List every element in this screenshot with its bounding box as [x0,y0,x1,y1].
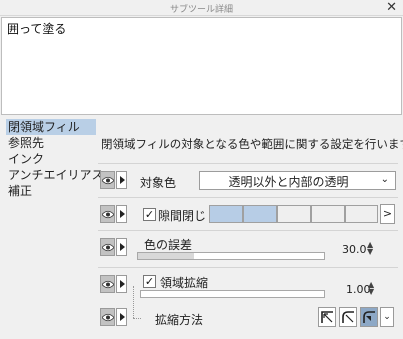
category-list: 閉領域フィル 参照先 インク アンチエイリアス 補正 [6,119,104,199]
color-margin-slider-fill [138,253,194,259]
divider [98,197,398,198]
target-color-dropdown[interactable]: 透明以外と内部の透明 ⌄ [199,171,396,190]
close-gap-level-5[interactable] [345,205,378,223]
area-scaling-value: 1.00 [346,283,371,296]
category-description: 閉領域フィルの対象となる色や範囲に関する設定を行います。 [101,137,403,151]
chevron-down-icon[interactable]: ⌄ [380,307,394,327]
close-gap-level-3[interactable] [277,205,311,223]
area-scaling-slider[interactable] [140,290,325,298]
color-margin-value: 30.0 [342,243,367,256]
area-scaling-checkbox[interactable]: ✓ [143,275,156,288]
rounded-corner-icon[interactable] [339,307,357,327]
close-gap-label: 隙間閉じ [158,209,207,223]
area-scaling-label: 領域拡縮 [160,276,209,290]
divider [98,230,398,231]
divider [98,163,398,164]
category-anti-aliasing[interactable]: アンチエイリアス [6,167,104,183]
darkest-pixel-icon[interactable] [360,307,378,327]
eye-icon[interactable] [100,171,115,189]
close-gap-checkbox[interactable]: ✓ [143,208,156,221]
category-correction[interactable]: 補正 [6,183,96,199]
expand-arrow-icon[interactable] [116,171,127,189]
spin-down-icon[interactable]: ▼ [368,288,376,296]
eye-icon[interactable] [100,308,115,326]
eye-icon[interactable] [100,205,115,223]
window-titlebar: サブツール詳細 ✕ [0,0,403,16]
area-scaling-spinner[interactable]: ▲ ▼ [368,281,376,297]
target-color-label: 対象色 [140,176,177,190]
eye-icon[interactable] [100,275,115,293]
scaling-method-label: 拡縮方法 [155,313,204,327]
close-gap-level-4[interactable] [311,205,345,223]
category-closed-area-fill[interactable]: 閉領域フィル [6,119,96,135]
preview-subtool-name: 囲って塗る [7,22,67,36]
category-ink[interactable]: インク [6,151,96,167]
target-color-value: 透明以外と内部の透明 [228,175,349,189]
close-gap-level-2[interactable] [243,205,277,223]
color-margin-spinner[interactable]: ▲ ▼ [367,241,375,257]
eye-icon[interactable] [100,238,115,256]
tree-connector [133,286,134,318]
close-gap-level-1[interactable] [209,205,243,223]
close-gap-next-button[interactable]: > [380,204,395,224]
category-reference[interactable]: 参照先 [6,135,96,151]
window-title: サブツール詳細 [169,5,233,15]
divider [98,267,398,268]
chevron-down-icon: ⌄ [380,174,389,185]
close-icon[interactable]: ✕ [386,0,397,16]
brush-preview: 囲って塗る [1,17,402,115]
color-margin-label: 色の誤差 [144,238,193,252]
expand-arrow-icon[interactable] [116,238,127,256]
expand-arrow-icon[interactable] [116,205,127,223]
color-margin-slider[interactable] [137,252,325,260]
spin-down-icon[interactable]: ▼ [367,248,375,256]
expand-arrow-icon[interactable] [116,275,127,293]
expand-arrow-icon[interactable] [116,308,127,326]
tree-connector [133,318,141,319]
square-corner-icon[interactable] [318,307,336,327]
